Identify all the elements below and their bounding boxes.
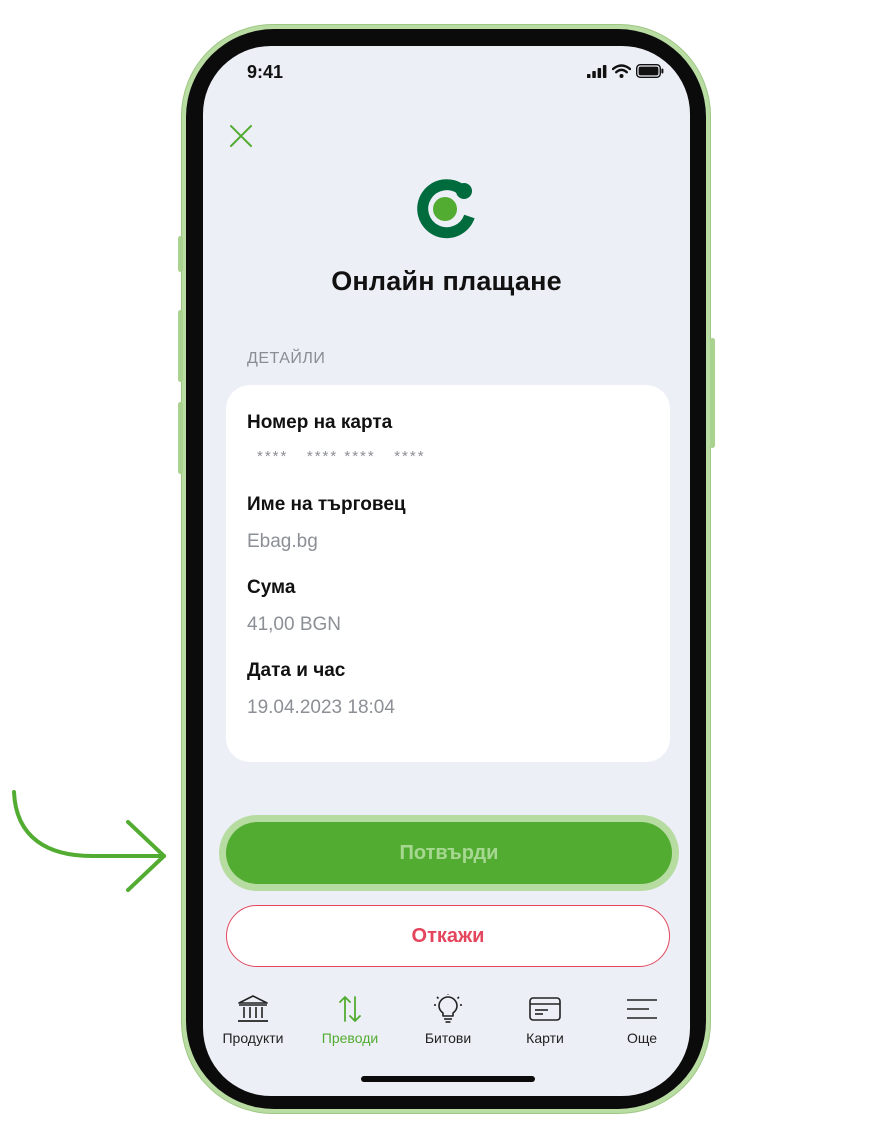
tab-more[interactable]: Още [597,994,687,1046]
phone-side-button [178,310,183,382]
datetime-value: 19.04.2023 18:04 [247,697,395,718]
bank-logo-icon [417,179,475,239]
tab-products-label: Продукти [222,1030,284,1046]
cellular-signal-icon [587,64,607,78]
lightbulb-icon [434,994,462,1023]
phone-screen: 9:41 Онлайн плащане ДЕТАЙЛИ Номер на кар… [203,46,690,1096]
details-section-label: ДЕТАЙЛИ [247,350,326,367]
merchant-name-value: Ebag.bg [247,531,318,552]
tab-transfers[interactable]: Преводи [305,994,395,1046]
card-number-value: **** **** **** **** [257,448,426,465]
merchant-name-label: Име на търговец [247,494,406,515]
tab-more-label: Още [626,1030,658,1046]
menu-icon [627,999,657,1019]
bank-icon [238,995,268,1022]
wifi-icon [612,64,631,78]
amount-label: Сума [247,577,296,598]
home-indicator [361,1076,535,1082]
tab-transfers-label: Преводи [321,1030,379,1046]
tab-cards-label: Карти [526,1030,564,1046]
phone-side-button [178,236,183,272]
pointer-arrow-icon [12,790,166,892]
amount-value: 41,00 BGN [247,614,341,635]
datetime-label: Дата и час [247,660,346,681]
close-icon [230,125,252,147]
phone-side-button [178,402,183,474]
card-number-label: Номер на карта [247,412,393,433]
bottom-tab-bar: Продукти Преводи Битови Карти Още [203,994,690,1054]
tab-products[interactable]: Продукти [208,994,298,1046]
card-icon [529,997,561,1021]
status-icons [587,64,664,78]
status-time: 9:41 [247,62,284,82]
tab-cards[interactable]: Карти [500,994,590,1046]
confirm-button[interactable]: Потвърди [226,822,672,884]
battery-icon [636,64,664,78]
details-card: Номер на карта **** **** **** **** Име н… [226,385,670,762]
phone-side-button [710,338,715,448]
transfer-arrows-icon [339,996,361,1022]
cancel-button[interactable]: Откажи [226,905,670,967]
tab-utilities-label: Битови [424,1030,472,1046]
tab-utilities[interactable]: Битови [403,994,493,1046]
page-title: Онлайн плащане [331,266,562,296]
close-button[interactable] [227,122,255,150]
